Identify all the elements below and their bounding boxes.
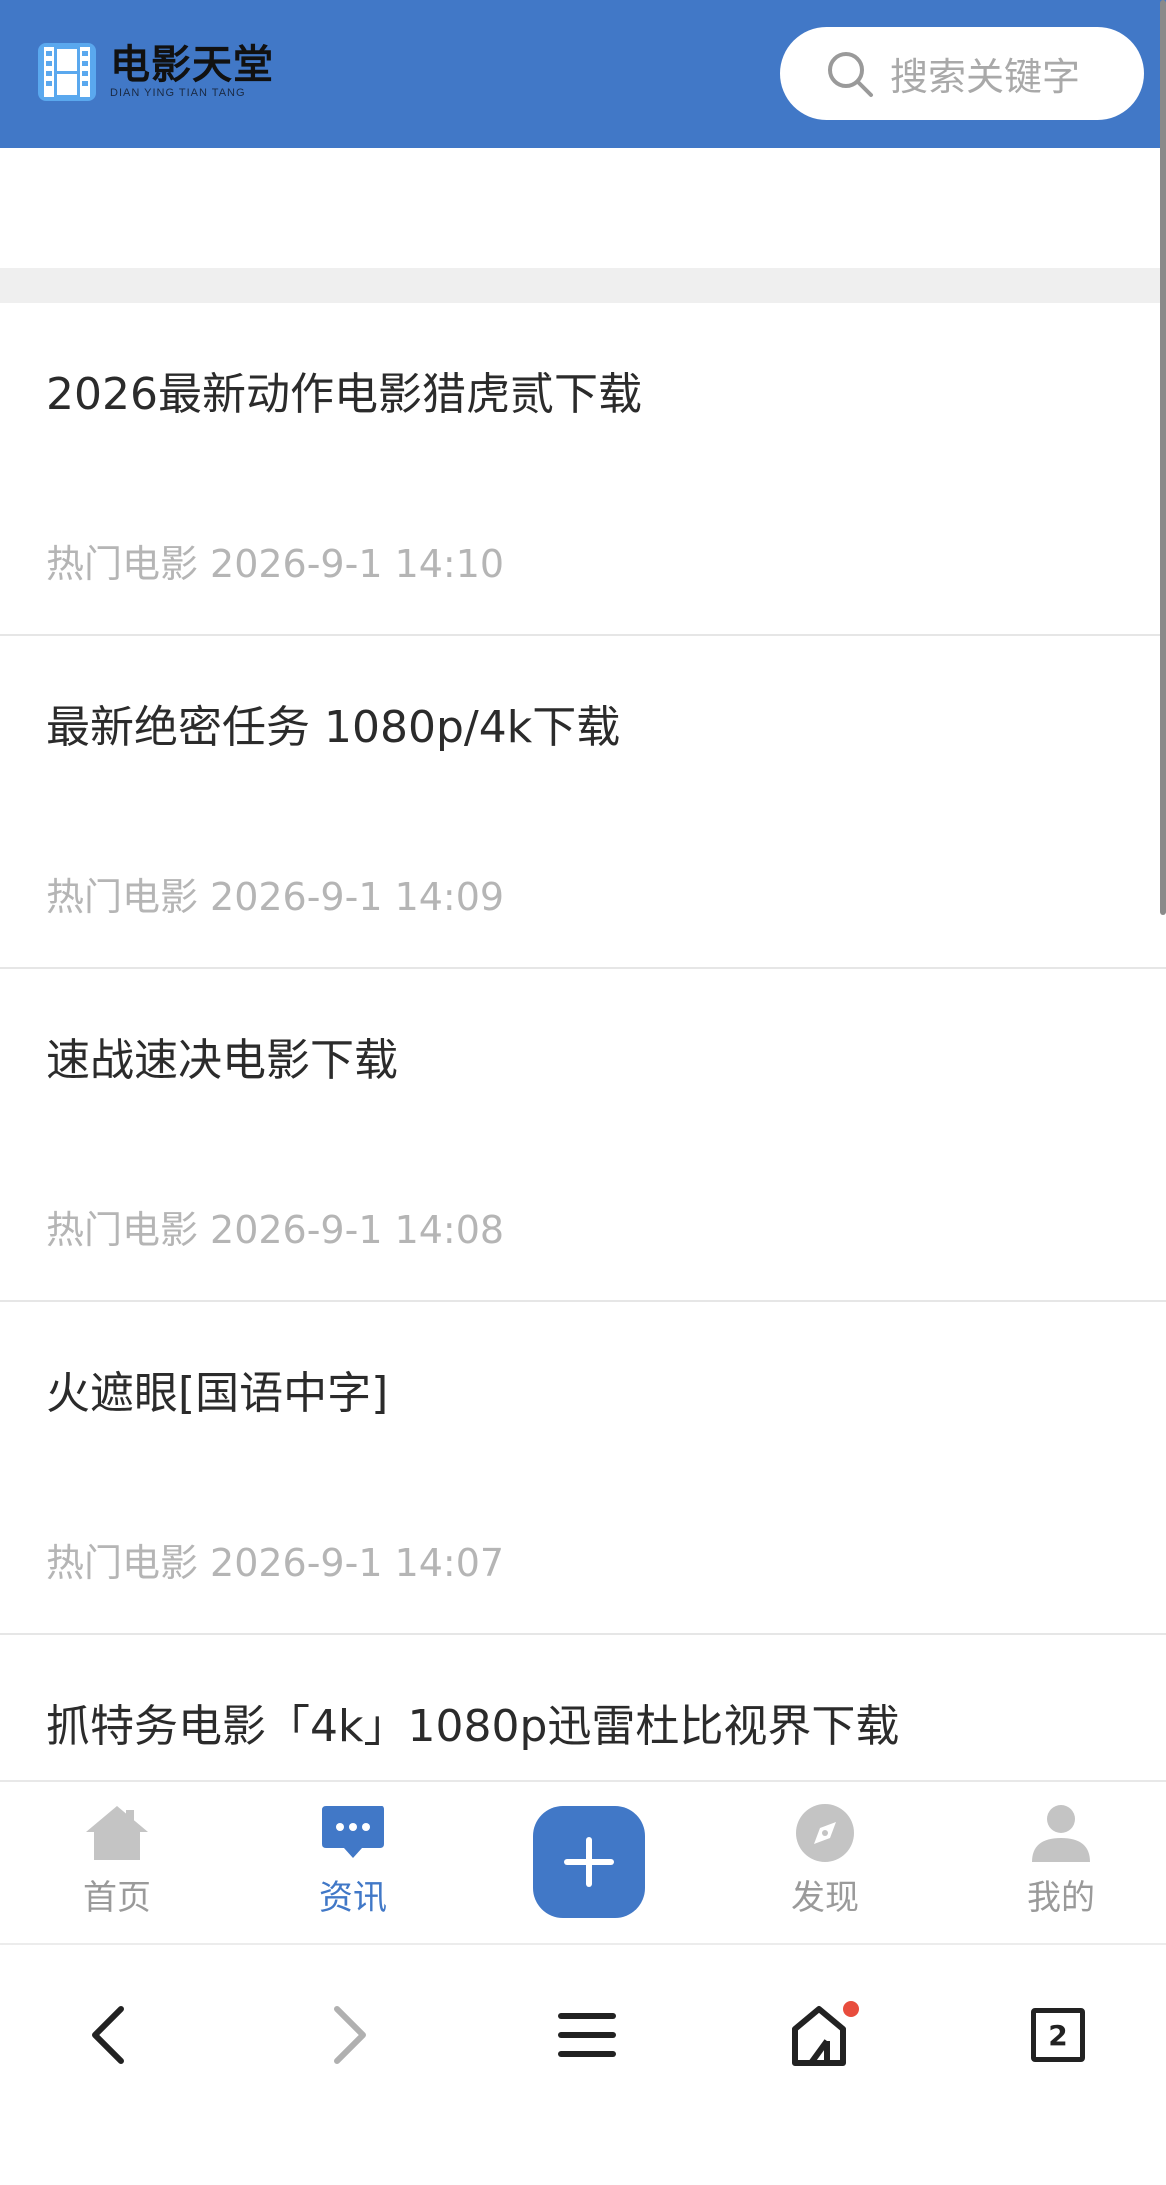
plus-icon [564, 1837, 614, 1887]
search-icon [828, 51, 873, 97]
back-icon [92, 2006, 124, 2064]
menu-icon [558, 2013, 616, 2057]
section-divider [0, 268, 1166, 303]
article-meta: 热门电影 2026-9-1 14:08 [46, 1199, 504, 1254]
logo-text: 电影天堂 DIAN YING TIAN TANG [110, 44, 274, 100]
back-button[interactable] [68, 1995, 148, 2075]
list-item[interactable]: 速战速决电影下载 热门电影 2026-9-1 14:08 [0, 969, 1166, 1302]
article-time: 2026-9-1 14:07 [210, 1541, 505, 1585]
tab-home[interactable]: 首页 [47, 1802, 187, 1922]
forward-button[interactable] [310, 1995, 390, 2075]
list-item[interactable]: 最新绝密任务 1080p/4k下载 热门电影 2026-9-1 14:09 [0, 636, 1166, 969]
tab-mine-label: 我的 [1027, 1878, 1095, 1918]
forward-icon [334, 2006, 366, 2064]
logo-title: 电影天堂 [110, 42, 274, 88]
home-icon [86, 1806, 148, 1860]
article-meta: 热门电影 2026-9-1 14:07 [46, 1532, 504, 1587]
scrollbar[interactable] [1160, 0, 1166, 915]
bottom-tab-bar: 首页 资讯 发现 我的 [0, 1780, 1166, 1945]
article-time: 2026-9-1 14:10 [210, 542, 505, 586]
tab-news[interactable]: 资讯 [283, 1802, 423, 1922]
menu-button[interactable] [547, 1995, 627, 2075]
article-title[interactable]: 抓特务电影「4k」1080p迅雷杜比视界下载 [46, 1690, 899, 1754]
tab-news-label: 资讯 [319, 1878, 387, 1918]
article-category: 热门电影 [46, 1541, 199, 1585]
film-logo-icon [38, 43, 96, 101]
add-button[interactable] [533, 1806, 645, 1918]
logo-subtitle: DIAN YING TIAN TANG [110, 87, 246, 99]
article-category: 热门电影 [46, 542, 199, 586]
search-placeholder: 搜索关键字 [890, 55, 1081, 99]
tab-discover-label: 发现 [791, 1878, 859, 1918]
browser-home-button[interactable] [783, 1995, 863, 2075]
search-box[interactable]: 搜索关键字 [780, 27, 1144, 120]
top-header: 电影天堂 DIAN YING TIAN TANG 搜索关键字 [0, 0, 1166, 148]
article-time: 2026-9-1 14:09 [210, 875, 505, 919]
article-title[interactable]: 速战速决电影下载 [46, 1024, 398, 1088]
site-logo[interactable]: 电影天堂 DIAN YING TIAN TANG [36, 40, 274, 104]
home-icon [792, 2001, 859, 2066]
article-title[interactable]: 火遮眼[国语中字] [46, 1357, 388, 1421]
compass-icon [796, 1804, 854, 1862]
tabs-icon: 2 [1031, 2008, 1085, 2062]
tab-home-label: 首页 [83, 1878, 151, 1918]
article-meta: 热门电影 2026-9-1 14:10 [46, 533, 504, 588]
blank-band [0, 148, 1166, 268]
tab-mine[interactable]: 我的 [991, 1802, 1131, 1922]
article-meta: 热门电影 2026-9-1 14:09 [46, 866, 504, 921]
article-list: 2026最新动作电影猎虎贰下载 热门电影 2026-9-1 14:10 最新绝密任… [0, 303, 1166, 1968]
list-item[interactable]: 2026最新动作电影猎虎贰下载 热门电影 2026-9-1 14:10 [0, 303, 1166, 636]
chat-bubble-icon [322, 1806, 384, 1858]
list-item[interactable]: 火遮眼[国语中字] 热门电影 2026-9-1 14:07 [0, 1302, 1166, 1635]
tab-count: 2 [1048, 2018, 1068, 2052]
tabs-button[interactable]: 2 [1018, 1995, 1098, 2075]
article-title[interactable]: 最新绝密任务 1080p/4k下载 [46, 691, 620, 755]
page: 电影天堂 DIAN YING TIAN TANG 搜索关键字 2026最新动作电… [0, 0, 1166, 2185]
user-icon [1032, 1805, 1090, 1862]
article-category: 热门电影 [46, 875, 199, 919]
article-category: 热门电影 [46, 1208, 199, 1252]
browser-toolbar: 2 [0, 1945, 1166, 2185]
article-time: 2026-9-1 14:08 [210, 1208, 505, 1252]
article-title[interactable]: 2026最新动作电影猎虎贰下载 [46, 358, 642, 422]
tab-discover[interactable]: 发现 [755, 1802, 895, 1922]
